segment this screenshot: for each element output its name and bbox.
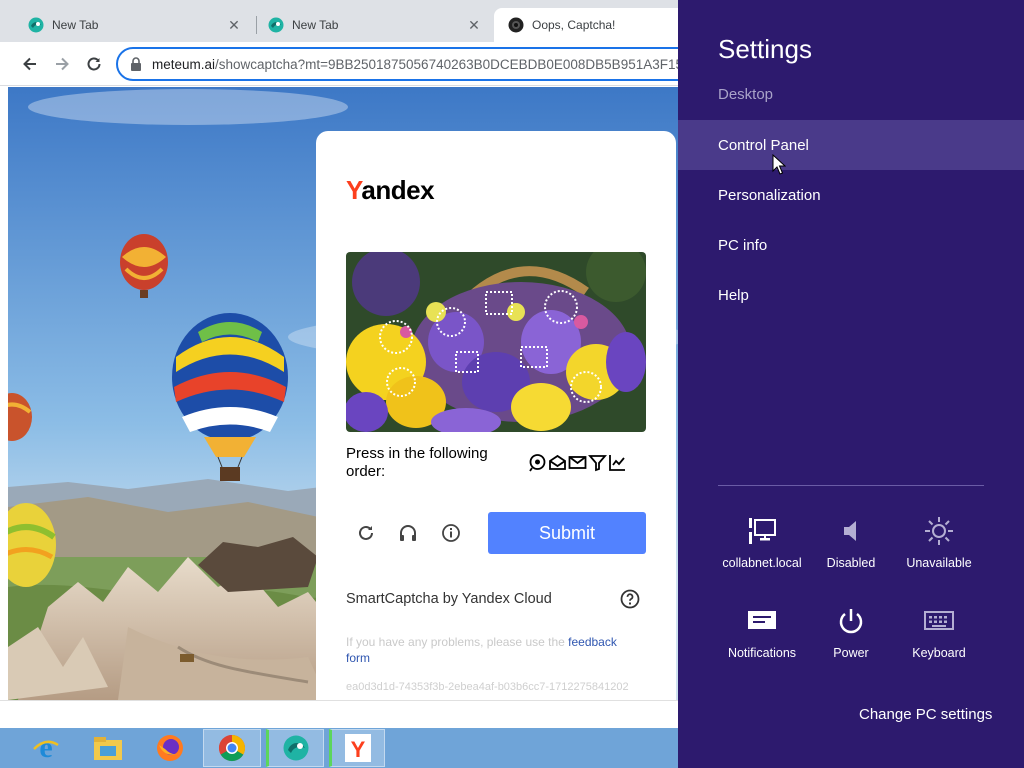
quick-setting-keyboard[interactable]: Keyboard: [895, 604, 983, 674]
refresh-captcha-button[interactable]: [354, 521, 378, 545]
tab-label: Oops, Captcha!: [532, 18, 616, 32]
tab-favicon-icon: [28, 17, 44, 33]
svg-text:e: e: [39, 733, 52, 763]
settings-item-help[interactable]: Help: [678, 270, 1024, 320]
url-path: /showcaptcha?mt=9BB2501875056740263B0DCE…: [215, 56, 683, 72]
quick-setting-label: Unavailable: [906, 556, 972, 570]
internet-explorer-icon[interactable]: e: [26, 729, 66, 767]
svg-text:Y: Y: [351, 737, 366, 762]
page-bottom-area: [0, 700, 678, 728]
settings-item-personalization[interactable]: Personalization: [678, 170, 1024, 220]
brightness-icon: [922, 514, 956, 548]
envelope-open-icon: [548, 453, 567, 472]
tab-strip: New Tab ✕ New Tab ✕ Oops, Captcha!: [0, 0, 694, 42]
browser-window: New Tab ✕ New Tab ✕ Oops, Captcha! meteu…: [0, 0, 716, 731]
tab-favicon-icon: [508, 17, 524, 33]
quick-setting-label: Keyboard: [912, 646, 966, 660]
refresh-icon: [359, 525, 373, 540]
network-icon: [745, 514, 779, 548]
settings-item-control-panel[interactable]: Control Panel: [678, 120, 1024, 170]
reload-button[interactable]: [80, 50, 108, 78]
quick-setting-network[interactable]: collabnet.local: [718, 514, 806, 584]
quick-setting-label: Notifications: [727, 646, 797, 660]
lock-icon: [131, 57, 141, 71]
submit-button[interactable]: Submit: [488, 512, 646, 554]
settings-item-label: Control Panel: [718, 136, 809, 154]
yandex-icon[interactable]: Y: [329, 729, 385, 767]
captcha-order-icons: [528, 453, 627, 472]
yandex-logo: Yandex: [346, 175, 435, 205]
tab-new-tab-2[interactable]: New Tab ✕: [254, 8, 494, 42]
tab-new-tab-1[interactable]: New Tab ✕: [14, 8, 254, 42]
tab-close-icon[interactable]: ✕: [466, 17, 482, 33]
reload-icon: [87, 57, 101, 71]
quick-setting-label: collabnet.local: [722, 556, 802, 570]
quick-setting-notifications[interactable]: Notifications: [718, 604, 806, 674]
headphones-icon: [400, 525, 416, 541]
change-pc-settings-link[interactable]: Change PC settings: [859, 706, 992, 723]
settings-charm: Settings Desktop Control Panel Personali…: [678, 0, 1024, 768]
smile-pin-icon: [528, 453, 547, 472]
help-button[interactable]: [620, 589, 640, 609]
envelope-icon: [568, 453, 587, 472]
question-icon: [620, 589, 640, 609]
tab-close-icon[interactable]: ✕: [226, 17, 242, 33]
settings-item-label: PC info: [718, 236, 768, 254]
tab-favicon-icon: [268, 17, 284, 33]
browser-toolbar: meteum.ai/showcaptcha?mt=9BB250187505674…: [0, 42, 716, 86]
tab-oops-captcha[interactable]: Oops, Captcha!: [494, 8, 694, 42]
app-icon[interactable]: [266, 729, 324, 767]
volume-icon: [834, 514, 868, 548]
audio-captcha-button[interactable]: [396, 521, 420, 545]
quick-setting-volume[interactable]: Disabled: [807, 514, 895, 584]
captcha-instruction: Press in the following order:: [346, 445, 488, 480]
back-arrow-icon: [23, 57, 36, 71]
captcha-card: Yandex Press in the following order: Sub…: [316, 131, 676, 731]
settings-title: Settings: [718, 34, 812, 64]
forward-button[interactable]: [48, 50, 76, 78]
problems-text: If you have any problems, please use the…: [346, 635, 617, 665]
taskbar: e Y: [0, 728, 678, 768]
quick-setting-label: Disabled: [826, 556, 876, 570]
tab-label: New Tab: [292, 18, 339, 32]
captcha-token: ea0d3d1d-74353f3b-2ebea4af-b03b6cc7-1712…: [346, 681, 629, 693]
file-explorer-icon[interactable]: [88, 729, 128, 767]
settings-item-label: Help: [718, 286, 749, 304]
notifications-icon: [745, 604, 779, 638]
back-button[interactable]: [16, 50, 44, 78]
info-icon: [442, 524, 460, 542]
address-bar[interactable]: meteum.ai/showcaptcha?mt=9BB250187505674…: [116, 47, 716, 81]
forward-arrow-icon: [56, 57, 69, 71]
firefox-icon[interactable]: [150, 729, 190, 767]
chrome-icon[interactable]: [203, 729, 261, 767]
quick-setting-label: Power: [833, 646, 869, 660]
funnel-icon: [588, 453, 607, 472]
power-icon: [834, 604, 868, 638]
settings-item-label: Personalization: [718, 186, 821, 204]
url-domain: meteum.ai: [152, 56, 216, 72]
tab-label: New Tab: [52, 18, 99, 32]
chart-icon: [608, 453, 627, 472]
settings-divider: [718, 485, 984, 486]
info-button[interactable]: [439, 521, 463, 545]
mouse-cursor-icon: [772, 154, 786, 175]
keyboard-icon: [922, 604, 956, 638]
address-url: meteum.ai/showcaptcha?mt=9BB250187505674…: [152, 57, 683, 72]
captcha-image[interactable]: [346, 252, 646, 432]
settings-item-pc-info[interactable]: PC info: [678, 220, 1024, 270]
smartcaptcha-brand: SmartCaptcha by Yandex Cloud: [346, 591, 552, 607]
settings-subtitle: Desktop: [718, 86, 774, 103]
quick-setting-brightness[interactable]: Unavailable: [895, 514, 983, 584]
quick-setting-power[interactable]: Power: [807, 604, 895, 674]
